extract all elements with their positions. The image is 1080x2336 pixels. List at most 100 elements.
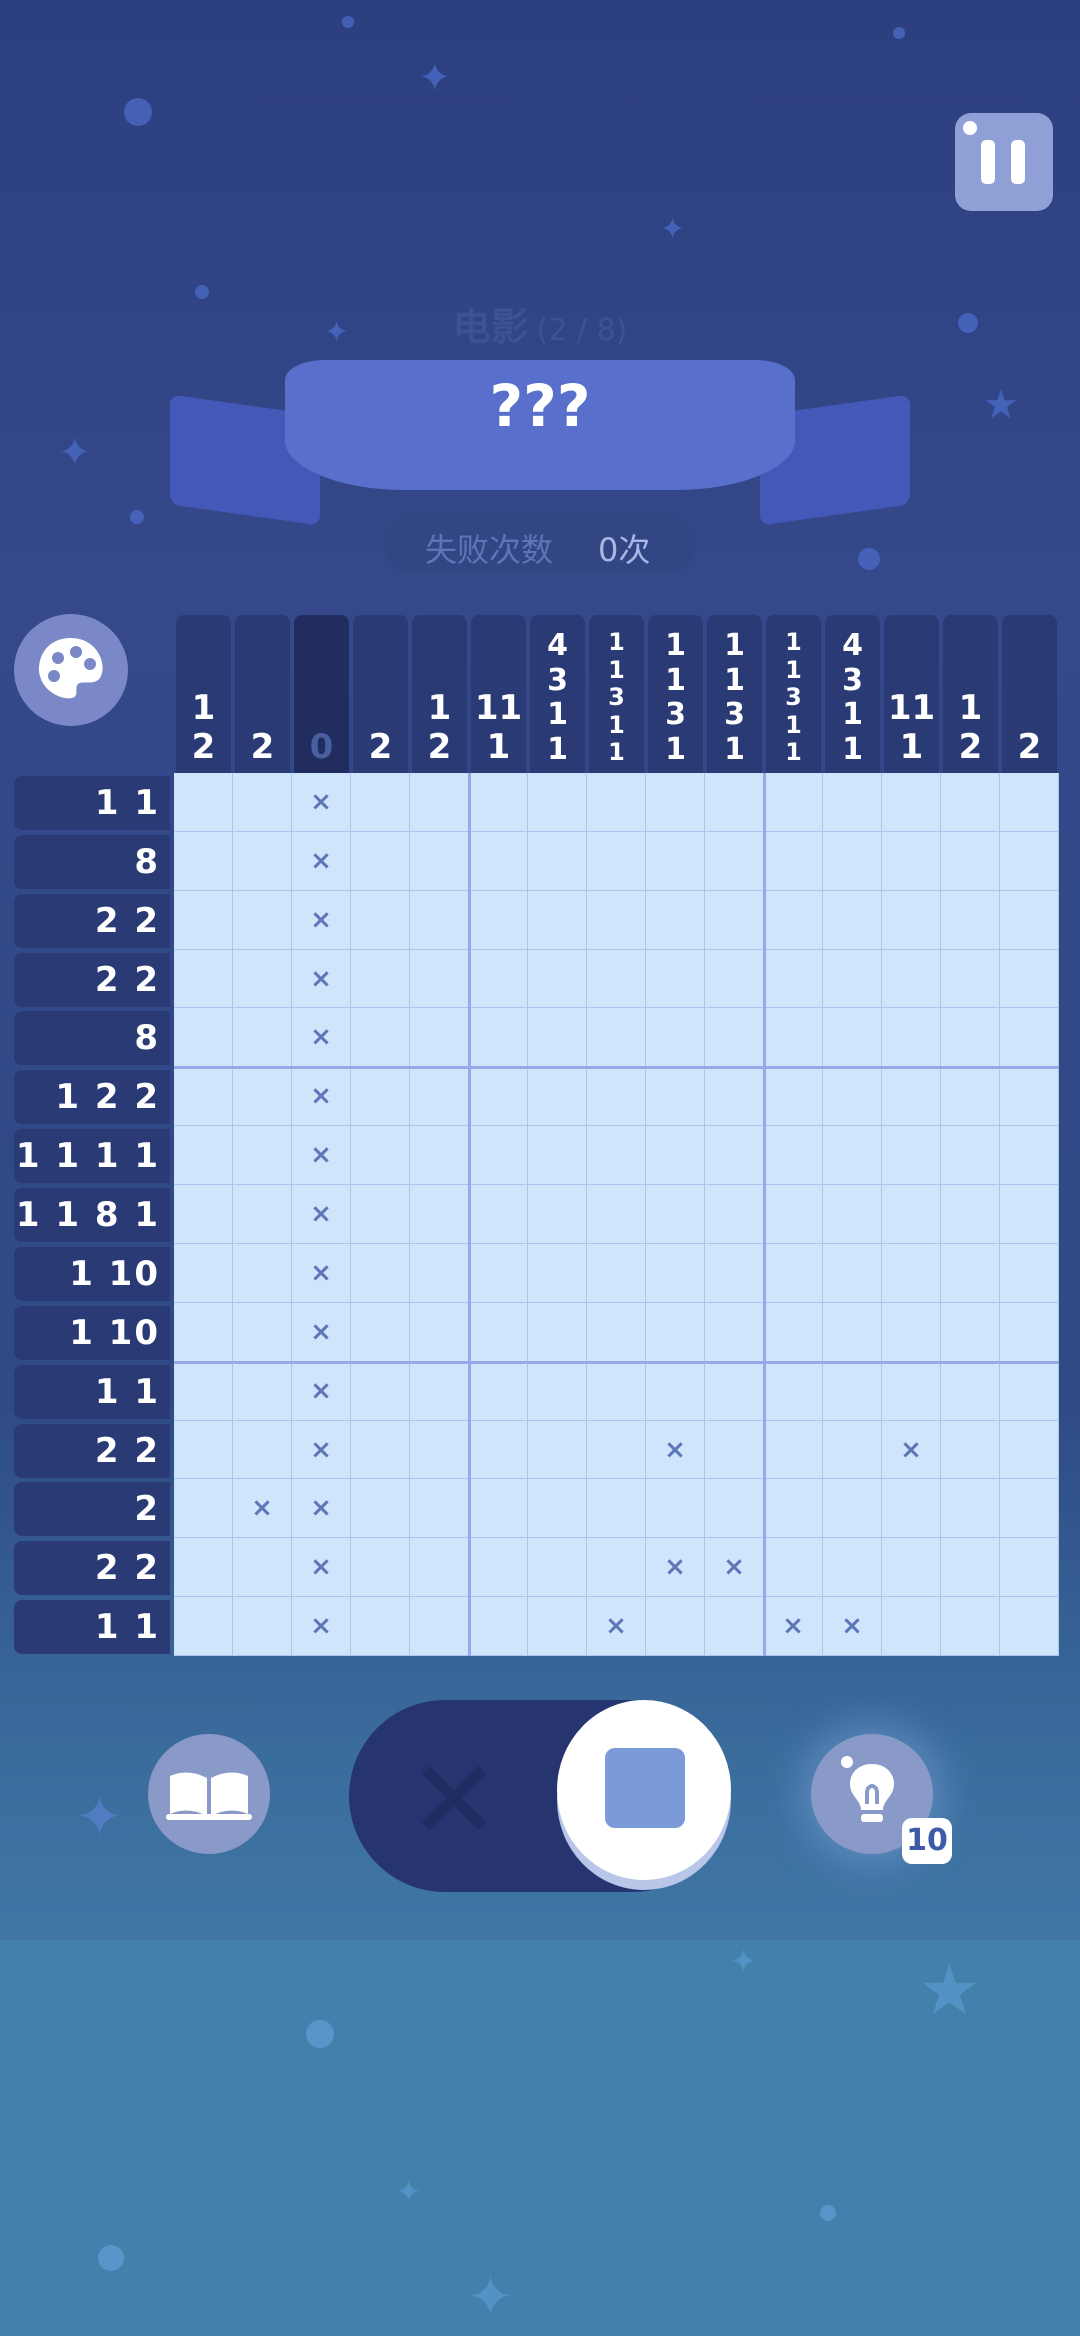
grid-cell[interactable] — [941, 773, 1000, 832]
grid-cell[interactable] — [528, 773, 587, 832]
grid-cell[interactable] — [646, 1361, 705, 1421]
grid-cell[interactable] — [233, 890, 292, 950]
grid-cell[interactable] — [410, 1361, 469, 1421]
grid-cell[interactable] — [351, 1243, 410, 1303]
grid-cell[interactable] — [1000, 1185, 1059, 1244]
grid-cell[interactable] — [587, 1185, 646, 1244]
grid-cell[interactable]: × — [292, 1420, 351, 1480]
grid-cell[interactable] — [528, 1302, 587, 1362]
grid-cell[interactable] — [1000, 1420, 1059, 1480]
tutorial-button[interactable] — [148, 1734, 270, 1854]
grid-cell[interactable] — [823, 1008, 882, 1068]
grid-cell[interactable] — [351, 1302, 410, 1362]
cross-mode-icon[interactable]: ✕ — [408, 1745, 500, 1855]
grid-cell[interactable] — [528, 1126, 587, 1186]
grid-cell[interactable] — [705, 1420, 764, 1480]
grid-cell[interactable]: × — [292, 1126, 351, 1186]
grid-cell[interactable] — [764, 1420, 823, 1480]
grid-cell[interactable]: × — [292, 1538, 351, 1598]
grid-cell[interactable] — [351, 1597, 410, 1656]
grid-cell[interactable] — [351, 1067, 410, 1127]
grid-cell[interactable]: × — [292, 949, 351, 1009]
grid-cell[interactable] — [764, 1008, 823, 1068]
grid-cell[interactable] — [587, 1243, 646, 1303]
grid-cell[interactable] — [941, 1126, 1000, 1186]
grid-cell[interactable] — [823, 1420, 882, 1480]
grid-cell[interactable] — [587, 949, 646, 1009]
grid-cell[interactable] — [528, 1185, 587, 1244]
grid-cell[interactable] — [233, 1302, 292, 1362]
grid-cell[interactable] — [764, 1302, 823, 1362]
grid-cell[interactable] — [764, 1243, 823, 1303]
grid-cell[interactable] — [174, 1361, 233, 1421]
grid-cell[interactable]: × — [705, 1538, 764, 1598]
grid-cell[interactable] — [587, 1361, 646, 1421]
grid-cell[interactable] — [351, 1420, 410, 1480]
grid-cell[interactable] — [646, 773, 705, 832]
grid-cell[interactable] — [233, 1067, 292, 1127]
grid-cell[interactable] — [528, 1361, 587, 1421]
grid-cell[interactable] — [705, 1243, 764, 1303]
grid-cell[interactable] — [823, 1361, 882, 1421]
grid-cell[interactable] — [469, 1420, 528, 1480]
grid-cell[interactable] — [646, 949, 705, 1009]
grid-cell[interactable] — [587, 1538, 646, 1598]
grid-cell[interactable] — [705, 1479, 764, 1539]
grid-cell[interactable] — [1000, 949, 1059, 1009]
grid-cell[interactable] — [823, 1243, 882, 1303]
grid-cell[interactable] — [351, 1185, 410, 1244]
grid-cell[interactable] — [469, 773, 528, 832]
grid-cell[interactable] — [351, 831, 410, 891]
grid-cell[interactable] — [882, 1597, 941, 1656]
grid-cell[interactable] — [1000, 1538, 1059, 1598]
grid-cell[interactable] — [587, 1420, 646, 1480]
grid-cell[interactable] — [941, 831, 1000, 891]
grid-cell[interactable] — [1000, 1479, 1059, 1539]
grid-cell[interactable]: × — [292, 773, 351, 832]
grid-cell[interactable] — [646, 1008, 705, 1068]
grid-cell[interactable] — [528, 1243, 587, 1303]
grid-cell[interactable] — [174, 1243, 233, 1303]
grid-cell[interactable] — [882, 773, 941, 832]
grid-cell[interactable] — [764, 890, 823, 950]
grid-cell[interactable]: × — [292, 1067, 351, 1127]
grid-cell[interactable]: × — [292, 1185, 351, 1244]
grid-cell[interactable]: × — [292, 1361, 351, 1421]
grid-cell[interactable] — [174, 949, 233, 1009]
grid-cell[interactable] — [941, 1067, 1000, 1127]
grid-cell[interactable] — [469, 1243, 528, 1303]
grid-cell[interactable] — [646, 1185, 705, 1244]
grid-cell[interactable] — [528, 890, 587, 950]
grid-cell[interactable] — [764, 831, 823, 891]
grid-cell[interactable] — [410, 1302, 469, 1362]
grid-cell[interactable] — [410, 1479, 469, 1539]
grid-cell[interactable] — [1000, 890, 1059, 950]
grid-cell[interactable] — [587, 1302, 646, 1362]
grid-cell[interactable] — [587, 831, 646, 891]
grid-cell[interactable] — [882, 1008, 941, 1068]
grid-cell[interactable] — [174, 1597, 233, 1656]
grid-cell[interactable] — [528, 1597, 587, 1656]
grid-cell[interactable] — [351, 1538, 410, 1598]
grid-cell[interactable] — [233, 949, 292, 1009]
grid-cell[interactable] — [410, 1538, 469, 1598]
grid-cell[interactable] — [174, 1538, 233, 1598]
grid-cell[interactable] — [823, 890, 882, 950]
grid-cell[interactable] — [174, 1185, 233, 1244]
grid-cell[interactable] — [410, 773, 469, 832]
grid-cell[interactable] — [882, 1538, 941, 1598]
grid-cell[interactable] — [646, 1067, 705, 1127]
grid-cell[interactable] — [941, 890, 1000, 950]
grid-cell[interactable] — [469, 1361, 528, 1421]
grid-cell[interactable] — [941, 1243, 1000, 1303]
grid-cell[interactable] — [1000, 1597, 1059, 1656]
grid-cell[interactable] — [174, 1067, 233, 1127]
grid-cell[interactable] — [764, 1479, 823, 1539]
grid-cell[interactable] — [764, 1126, 823, 1186]
grid-cell[interactable] — [646, 1302, 705, 1362]
grid-cell[interactable] — [705, 1361, 764, 1421]
grid-cell[interactable] — [528, 949, 587, 1009]
grid-cell[interactable] — [233, 1597, 292, 1656]
grid-cell[interactable] — [410, 1597, 469, 1656]
grid-cell[interactable] — [469, 1008, 528, 1068]
